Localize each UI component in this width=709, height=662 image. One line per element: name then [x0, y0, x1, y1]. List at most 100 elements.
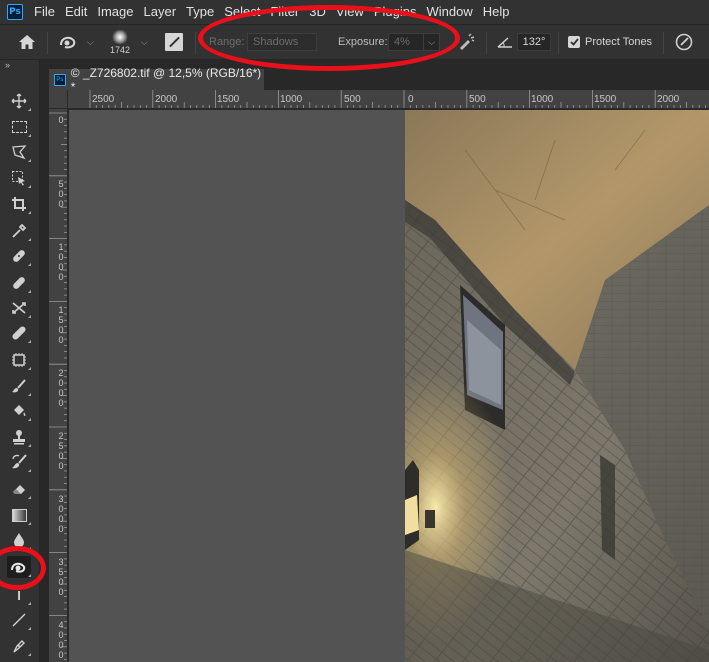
bandage-tool[interactable]: [7, 322, 31, 344]
hruler-label: 1000: [531, 94, 554, 105]
document-tab[interactable]: Ps © _Z726802.tif @ 12,5% (RGB/16*) *: [49, 66, 264, 94]
eraser-icon: [13, 485, 25, 494]
eyedropper-icon: [12, 223, 27, 238]
tool-preset-picker[interactable]: ⌵: [58, 25, 94, 59]
options-bar: ⌵ 1742 ⌵ Range: Shadows Exposure: 4% ⌵ 1…: [0, 24, 709, 60]
paint-bucket-tool[interactable]: [7, 400, 31, 422]
vertical-ruler[interactable]: 0 500 1000 1500 2000 2500 3000 3500 4000: [49, 109, 68, 662]
brush-size-value: 1742: [110, 44, 131, 55]
dodge-tool[interactable]: [7, 556, 31, 578]
clone-stamp-tool[interactable]: [7, 426, 31, 448]
pen-tool[interactable]: I: [7, 584, 31, 606]
exposure-input[interactable]: 4% ⌵: [388, 25, 440, 59]
airbrush-button[interactable]: [456, 25, 476, 59]
menu-plugins[interactable]: Plugins: [369, 0, 422, 24]
angle-value: 132°: [517, 33, 551, 51]
photoshop-logo[interactable]: Ps: [7, 4, 23, 20]
menu-select[interactable]: Select: [219, 0, 265, 24]
collapse-toolbar-button[interactable]: »: [0, 60, 39, 72]
home-button[interactable]: [17, 25, 37, 59]
pasteboard[interactable]: [69, 110, 405, 662]
vruler-label: 2500: [58, 431, 64, 471]
vruler-label: 3000: [58, 494, 64, 534]
content-aware-move-icon: [12, 302, 26, 314]
menu-image[interactable]: Image: [92, 0, 138, 24]
object-selection-icon: [12, 171, 25, 186]
spot-healing-tool[interactable]: [7, 245, 31, 267]
history-brush-tool[interactable]: [7, 451, 31, 473]
vruler-label: 0: [58, 115, 64, 125]
document-canvas[interactable]: [405, 110, 709, 662]
pressure-icon: [675, 33, 693, 51]
move-tool[interactable]: [7, 90, 31, 112]
crop-tool[interactable]: [7, 193, 31, 215]
chevron-down-icon: ⌵: [428, 36, 435, 47]
line-icon: [12, 613, 26, 627]
tab-bar-empty: [264, 69, 709, 90]
ps-document-icon: Ps: [54, 73, 66, 86]
tools-panel: » I: [0, 60, 40, 662]
protect-tones-checkbox[interactable]: Protect Tones: [568, 25, 652, 59]
menu-edit[interactable]: Edit: [60, 0, 92, 24]
brush-settings-button[interactable]: [165, 25, 183, 59]
chevron-down-icon: ⌵: [87, 36, 94, 47]
angle-icon: [497, 25, 513, 59]
exposure-label: Exposure:: [338, 36, 388, 48]
menu-window[interactable]: Window: [421, 0, 477, 24]
gradient-tool[interactable]: [7, 504, 31, 526]
menu-filter[interactable]: Filter: [265, 0, 304, 24]
hruler-label: 1000: [280, 94, 303, 105]
chip-icon: [12, 353, 26, 367]
range-label: Range:: [209, 36, 245, 48]
content-aware-tool[interactable]: [7, 349, 31, 371]
dodge-icon: [11, 562, 26, 573]
brush-chevron-icon[interactable]: ⌵: [141, 25, 148, 59]
line-tool[interactable]: [7, 609, 31, 631]
lasso-tool[interactable]: [7, 141, 31, 163]
path-pen-tool[interactable]: [7, 635, 31, 657]
marquee-tool[interactable]: [7, 116, 31, 138]
gradient-icon: [11, 508, 27, 522]
menu-file[interactable]: File: [29, 0, 60, 24]
polygonal-lasso-icon: [12, 145, 27, 160]
pen-icon: [13, 640, 25, 653]
menu-type[interactable]: Type: [181, 0, 219, 24]
photo-stone-wall: [405, 110, 709, 662]
object-selection-tool[interactable]: [7, 167, 31, 189]
blur-tool[interactable]: [7, 529, 31, 551]
hruler-label: 2500: [92, 94, 115, 105]
hruler-label: 2000: [155, 94, 178, 105]
horizontal-ruler[interactable]: 2500 2000 1500 1000 500 0 500 1000 1500 …: [68, 90, 709, 109]
angle-input[interactable]: 132°: [517, 25, 551, 59]
patch-tool[interactable]: [7, 297, 31, 319]
checkbox-checked-icon: [568, 36, 580, 48]
hruler-label: 0: [408, 94, 414, 105]
pressure-size-button[interactable]: [674, 25, 694, 59]
hruler-label: 1500: [594, 94, 617, 105]
vruler-label: 1500: [58, 305, 64, 345]
menu-view[interactable]: View: [331, 0, 369, 24]
move-icon: [11, 93, 27, 109]
spot-healing-icon: [13, 250, 25, 262]
brush-preset-picker[interactable]: 1742: [110, 25, 130, 59]
protect-tones-label: Protect Tones: [585, 36, 653, 48]
menu-bar: Ps File Edit Image Layer Type Select Fil…: [0, 0, 709, 24]
hruler-label: 500: [469, 94, 486, 105]
brush-settings-icon: [165, 33, 183, 51]
eyedropper-tool[interactable]: [7, 220, 31, 242]
menu-layer[interactable]: Layer: [139, 0, 182, 24]
exposure-slider-toggle[interactable]: ⌵: [424, 33, 440, 51]
brush-tool[interactable]: [7, 375, 31, 397]
healing-brush-tool[interactable]: [7, 272, 31, 294]
crop-icon: [12, 197, 26, 211]
eraser-tool[interactable]: [7, 478, 31, 500]
healing-brush-icon: [13, 277, 25, 289]
blur-drop-icon: [14, 533, 24, 548]
vruler-label: 3500: [58, 557, 64, 597]
ruler-origin[interactable]: [49, 90, 68, 109]
range-select[interactable]: Shadows: [247, 25, 317, 59]
dodge-tool-icon: [60, 36, 76, 49]
menu-help[interactable]: Help: [478, 0, 515, 24]
menu-3d[interactable]: 3D: [304, 0, 331, 24]
airbrush-icon: [460, 33, 475, 50]
